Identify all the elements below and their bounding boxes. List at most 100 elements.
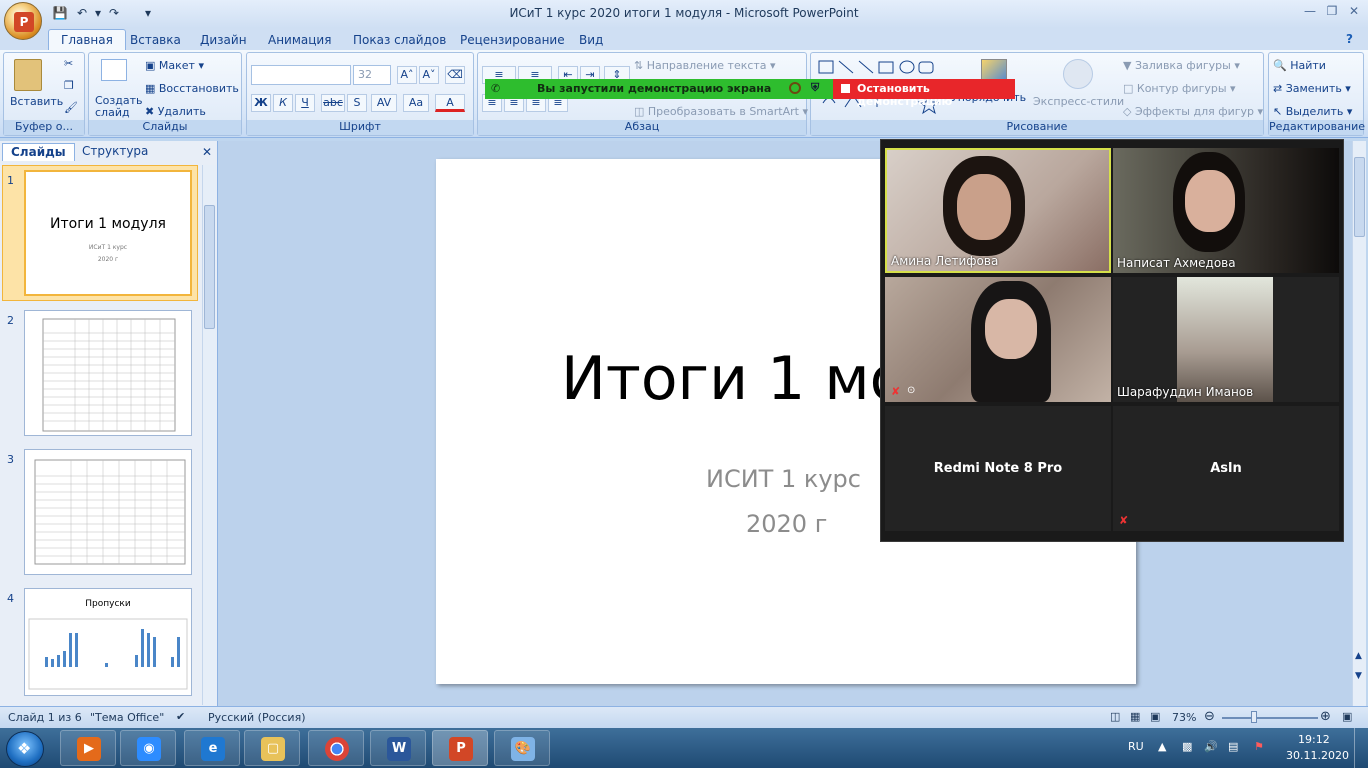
underline-icon[interactable]: Ч [295, 94, 315, 112]
strikethrough-icon[interactable]: abc [321, 94, 345, 112]
fit-to-window-icon[interactable]: ▣ [1342, 710, 1352, 723]
layout-button[interactable]: ▣ Макет ▾ [145, 59, 204, 72]
normal-view-icon[interactable]: ◫ [1110, 710, 1120, 723]
replace-button[interactable]: ⇄ Заменить ▾ [1273, 82, 1351, 95]
bold-icon[interactable]: Ж [251, 94, 271, 112]
taskbar-app-chrome[interactable] [308, 730, 364, 766]
font-size-input[interactable]: 32 [353, 65, 391, 85]
text-direction-button[interactable]: ⇅ Направление текста ▾ [634, 59, 776, 72]
taskbar-app-powerpoint[interactable]: P [432, 730, 488, 766]
input-language[interactable]: RU [1128, 740, 1144, 753]
smartart-button[interactable]: ◫ Преобразовать в SmartArt ▾ [634, 105, 808, 118]
tray-device-icon[interactable]: ▩ [1182, 740, 1192, 753]
tab-slideshow[interactable]: Показ слайдов [347, 31, 452, 49]
network-icon[interactable]: ▤ [1228, 740, 1238, 753]
font-name-input[interactable] [251, 65, 351, 85]
font-color-icon[interactable]: A [435, 94, 465, 112]
close-panel-icon[interactable]: ✕ [202, 145, 212, 159]
restore-icon[interactable]: ❐ [1322, 4, 1342, 20]
action-center-icon[interactable]: ⚑ [1254, 740, 1264, 753]
close-icon[interactable]: ✕ [1344, 4, 1364, 20]
zoom-in-icon[interactable]: ⊕ [1320, 709, 1331, 724]
copy-icon[interactable]: ❐ [64, 79, 74, 92]
shape-effects-button[interactable]: ◇ Эффекты для фигур ▾ [1123, 105, 1263, 118]
start-button[interactable]: ❖ [6, 731, 44, 767]
format-painter-icon[interactable]: 🖌 [64, 101, 78, 114]
reset-button[interactable]: ▦ Восстановить [145, 82, 239, 95]
tab-outline-panel[interactable]: Структура [74, 143, 156, 161]
slides-panel-scrollbar[interactable] [202, 165, 216, 705]
taskbar-app-explorer[interactable]: ▢ [244, 730, 300, 766]
video-tile[interactable]: Asln ✘ [1113, 406, 1339, 531]
italic-icon[interactable]: К [273, 94, 293, 112]
change-case-icon[interactable]: Aa [403, 94, 429, 112]
sorter-view-icon[interactable]: ▦ [1130, 710, 1140, 723]
taskbar-app-paint[interactable]: 🎨 [494, 730, 550, 766]
tray-expand-icon[interactable]: ▲ [1158, 740, 1166, 753]
slide-thumbnail-2[interactable] [24, 310, 192, 436]
slide-scrollbar[interactable]: ▲ ▼ [1352, 141, 1366, 706]
slide-subtitle[interactable]: ИСИТ 1 курс [706, 465, 861, 493]
video-tile[interactable]: Redmi Note 8 Pro [885, 406, 1111, 531]
slide-thumbnail-4[interactable]: Пропуски [24, 588, 192, 696]
zoom-level[interactable]: 73% [1172, 711, 1196, 724]
tab-home[interactable]: Главная [48, 29, 126, 51]
tab-slides-panel[interactable]: Слайды [2, 143, 75, 161]
volume-icon[interactable]: 🔊 [1204, 740, 1218, 753]
language-indicator[interactable]: Русский (Россия) [208, 711, 306, 724]
video-tile[interactable]: ✘ ⊙ [885, 277, 1111, 402]
cut-icon[interactable]: ✂ [64, 57, 73, 70]
tab-animation[interactable]: Анимация [262, 31, 337, 49]
delete-slide-button[interactable]: ✖ Удалить [145, 105, 206, 118]
shadow-icon[interactable]: S [347, 94, 367, 112]
show-desktop-button[interactable] [1354, 728, 1368, 768]
quick-styles-button[interactable]: Экспресс-стили [1033, 95, 1124, 108]
slide-thumbnail-1[interactable]: Итоги 1 модуля ИСиТ 1 курс 2020 г [24, 170, 192, 296]
help-icon[interactable]: ? [1340, 30, 1359, 48]
paste-button[interactable]: Вставить [10, 95, 63, 108]
tab-design[interactable]: Дизайн [194, 31, 253, 49]
new-slide-button[interactable]: Создать слайд [95, 95, 143, 119]
quick-access-menu-icon[interactable]: ▾ [140, 5, 156, 21]
video-tile[interactable]: Шарафуддин Иманов [1113, 277, 1339, 402]
shrink-font-icon[interactable]: A˅ [419, 66, 439, 84]
char-spacing-icon[interactable]: AV [371, 94, 397, 112]
scroll-thumb[interactable] [1354, 157, 1365, 237]
slide-thumbnail-3[interactable] [24, 449, 192, 575]
next-slide-icon[interactable]: ▼ [1355, 671, 1362, 681]
taskbar-app-media[interactable]: ▶ [60, 730, 116, 766]
select-button[interactable]: ↖ Выделить ▾ [1273, 105, 1352, 118]
grow-font-icon[interactable]: A˄ [397, 66, 417, 84]
zoom-slider[interactable] [1222, 717, 1318, 719]
taskbar-app-zoom[interactable]: ◉ [120, 730, 176, 766]
slide-subtitle[interactable]: 2020 г [746, 510, 827, 538]
office-button[interactable]: P [4, 2, 42, 40]
minimize-icon[interactable]: — [1300, 4, 1320, 20]
zoom-slider-handle[interactable] [1251, 711, 1257, 723]
video-tile[interactable]: Написат Ахмедова [1113, 148, 1339, 273]
undo-icon[interactable]: ↶ [74, 5, 90, 21]
tab-review[interactable]: Рецензирование [454, 31, 571, 49]
tab-insert[interactable]: Вставка [124, 31, 187, 49]
find-button[interactable]: 🔍 Найти [1273, 59, 1326, 72]
prev-slide-icon[interactable]: ▲ [1355, 651, 1362, 661]
slideshow-view-icon[interactable]: ▣ [1150, 710, 1160, 723]
redo-icon[interactable]: ↷ [106, 5, 122, 21]
undo-dropdown-icon[interactable]: ▾ [90, 5, 106, 21]
clock-time[interactable]: 19:12 [1298, 733, 1330, 746]
taskbar-app-ie[interactable]: e [184, 730, 240, 766]
stop-share-button[interactable]: Остановить демонстрацию [833, 79, 1015, 108]
scroll-thumb[interactable] [204, 205, 215, 329]
tab-view[interactable]: Вид [573, 31, 609, 49]
save-icon[interactable]: 💾 [52, 5, 68, 21]
clear-format-icon[interactable]: ⌫ [445, 66, 465, 84]
clock-date[interactable]: 30.11.2020 [1286, 749, 1349, 762]
shape-outline-button[interactable]: □ Контур фигуры ▾ [1123, 82, 1236, 95]
taskbar-app-word[interactable]: W [370, 730, 426, 766]
participant-video [1177, 277, 1273, 402]
video-tile[interactable]: Амина Летифова [885, 148, 1111, 273]
zoom-out-icon[interactable]: ⊖ [1204, 709, 1215, 724]
select-label: Выделить [1285, 105, 1344, 118]
spellcheck-icon[interactable]: ✔ [176, 710, 185, 723]
shape-fill-button[interactable]: ▼ Заливка фигуры ▾ [1123, 59, 1240, 72]
